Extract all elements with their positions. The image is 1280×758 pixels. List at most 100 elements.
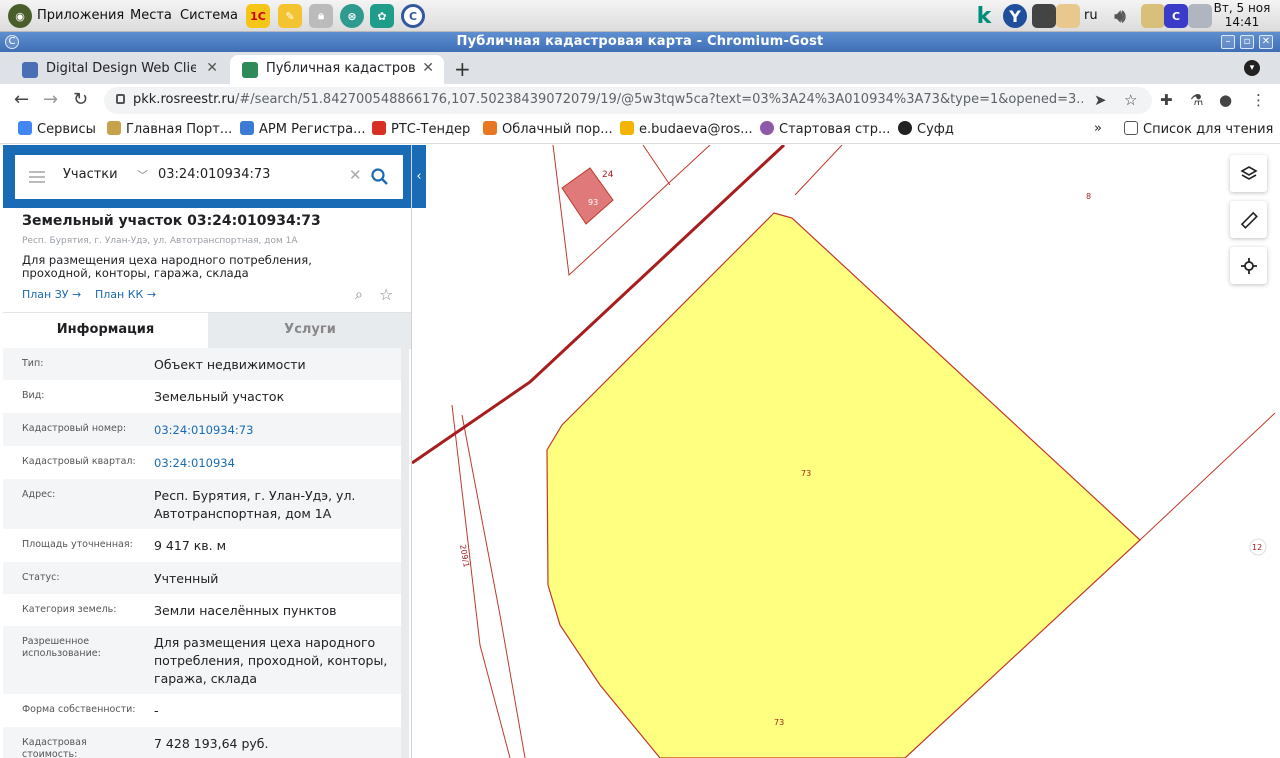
back-arrow-icon[interactable]: ← xyxy=(14,89,29,110)
1c-app-icon[interactable]: 1C xyxy=(246,4,270,28)
notes-app-icon[interactable]: ✎ xyxy=(278,4,302,28)
attr-key: Вид: xyxy=(22,390,45,401)
network-tray-icon[interactable] xyxy=(1032,4,1056,28)
os-menu-system[interactable]: Система xyxy=(180,8,238,23)
plan-zu-link[interactable]: План ЗУ → xyxy=(22,288,81,301)
attr-row-ownership: Форма собственности: - xyxy=(3,694,401,727)
bookmark-cloud-portal[interactable]: Облачный пор... xyxy=(483,121,613,137)
map-label-73: 73 xyxy=(801,469,811,478)
profile-avatar-icon[interactable]: ● xyxy=(1219,91,1232,109)
apps-grid-icon xyxy=(18,121,32,135)
reload-icon[interactable]: ↻ xyxy=(73,89,88,110)
bookmark-label: Сервисы xyxy=(37,122,96,137)
bookmark-start-page[interactable]: Стартовая стр... xyxy=(760,121,890,137)
search-type-select[interactable]: Участки xyxy=(63,167,118,182)
map-label-73-bottom: 73 xyxy=(774,718,784,727)
bookmark-arm-registrar[interactable]: АРМ Регистра... xyxy=(240,121,366,137)
tab-strip: Digital Design Web Client ✕ Публичная ка… xyxy=(0,52,1280,84)
bookmark-star-icon[interactable]: ☆ xyxy=(1124,91,1137,109)
tab-information[interactable]: Информация xyxy=(3,313,208,349)
parcel-boundary xyxy=(794,145,843,196)
tab-search-icon[interactable]: ▾ xyxy=(1244,60,1260,76)
parcel-73[interactable] xyxy=(546,212,1141,758)
locate-button[interactable] xyxy=(1230,247,1267,284)
url-text[interactable]: pkk.rosreestr.ru/#/search/51.84270054886… xyxy=(133,92,1083,107)
tab-digital-design[interactable]: Digital Design Web Client ✕ xyxy=(10,55,228,84)
attr-key: Кадастровый квартал: xyxy=(22,456,136,467)
collapse-panel-button[interactable]: ‹ xyxy=(412,145,426,208)
bookmark-rts-tender[interactable]: РТС-Тендер xyxy=(372,121,470,137)
yandex-tray-icon[interactable]: Y xyxy=(1003,4,1027,28)
bookmark-email[interactable]: e.budaeva@ros... xyxy=(620,121,753,137)
layers-button[interactable] xyxy=(1230,155,1267,192)
bookmark-label: Главная Порт... xyxy=(126,122,233,137)
menu-burger-icon[interactable] xyxy=(29,171,45,183)
reading-list-button[interactable]: Список для чтения xyxy=(1124,121,1273,137)
bookmarks-bar: Сервисы Главная Порт... АРМ Регистра... … xyxy=(0,116,1280,144)
keyboard-layout-indicator[interactable]: ru xyxy=(1084,8,1098,23)
search-icon[interactable] xyxy=(370,167,390,187)
attr-value: Земли населённых пунктов xyxy=(154,603,337,618)
c-tray-icon[interactable]: C xyxy=(1164,4,1188,28)
attr-key: Форма собственности: xyxy=(22,704,136,715)
panel-scrollbar[interactable] xyxy=(401,348,409,758)
browser-menu-icon[interactable]: ⋮ xyxy=(1251,91,1266,109)
attr-row-area: Площадь уточненная: 9 417 кв. м xyxy=(3,529,401,562)
chromium-gost-app-icon[interactable]: C xyxy=(401,4,425,28)
map-label-12: 12 xyxy=(1252,543,1262,552)
clock[interactable]: Вт, 5 ноя 14:41 xyxy=(1210,1,1274,29)
bookmark-main-portal[interactable]: Главная Порт... xyxy=(107,121,232,137)
favorite-star-icon[interactable]: ☆ xyxy=(379,285,393,304)
minimize-button[interactable]: – xyxy=(1221,35,1235,49)
window-titlebar[interactable]: C Публичная кадастровая карта - Chromium… xyxy=(0,32,1280,52)
clipboard-tray-icon[interactable] xyxy=(1056,4,1080,28)
bookmarks-overflow-chevron-icon[interactable]: » xyxy=(1094,121,1102,136)
close-tab-icon[interactable]: ✕ xyxy=(206,60,218,76)
paw-app-icon[interactable]: ✿ xyxy=(370,4,394,28)
attr-key: Тип: xyxy=(22,358,44,369)
lock-app-icon[interactable]: 🔒︎ xyxy=(309,4,333,28)
maximize-button[interactable]: ▫ xyxy=(1240,35,1254,49)
reading-list-icon xyxy=(1124,121,1138,135)
browser-app-icon[interactable]: ⊛ xyxy=(340,4,364,28)
plan-kk-link[interactable]: План КК → xyxy=(95,288,156,301)
attr-value: Респ. Бурятия, г. Улан-Удэ, ул. Автотран… xyxy=(154,488,356,521)
measure-button[interactable] xyxy=(1230,201,1267,238)
cadastral-number-link[interactable]: 03:24:010934:73 xyxy=(154,421,394,439)
tab-services[interactable]: Услуги xyxy=(208,313,411,349)
kaspersky-tray-icon[interactable]: k xyxy=(972,4,996,29)
cadastral-quarter-link[interactable]: 03:24:010934 xyxy=(154,454,394,472)
lab-flask-icon[interactable]: ⚗ xyxy=(1190,91,1203,109)
parcel-boundary xyxy=(451,404,511,758)
tab-cadastral-map[interactable]: Публичная кадастровая карта ✕ xyxy=(230,55,444,84)
close-tab-icon[interactable]: ✕ xyxy=(422,60,434,76)
zoom-to-object-icon[interactable]: ⌕ xyxy=(355,287,363,303)
address-bar[interactable]: pkk.rosreestr.ru/#/search/51.84270054886… xyxy=(104,87,1152,114)
attr-row-kind: Вид: Земельный участок xyxy=(3,380,401,413)
os-menu-places[interactable]: Места xyxy=(130,8,172,23)
new-tab-button[interactable]: + xyxy=(454,57,471,81)
send-icon[interactable]: ➤ xyxy=(1094,91,1107,109)
bookmark-services[interactable]: Сервисы xyxy=(18,121,96,137)
os-menu-applications[interactable]: Приложения xyxy=(37,8,124,23)
files-tray-icon[interactable] xyxy=(1188,4,1212,28)
lock-icon[interactable] xyxy=(116,94,125,104)
volume-tray-icon[interactable]: 🔊︎ xyxy=(1108,4,1132,28)
chevron-down-icon[interactable]: ﹀ xyxy=(137,167,148,183)
attr-row-land-category: Категория земель: Земли населённых пункт… xyxy=(3,594,401,626)
close-window-button[interactable]: ✕ xyxy=(1259,35,1273,49)
forward-arrow-icon[interactable]: → xyxy=(43,89,58,110)
distro-logo-icon[interactable]: ◉ xyxy=(8,4,32,28)
ruler-icon xyxy=(1240,211,1258,229)
search-input[interactable]: 03:24:010934:73 xyxy=(158,167,270,182)
attr-key: Кадастровый номер: xyxy=(22,423,127,434)
start-page-favicon-icon xyxy=(760,121,774,135)
clipboard-manager-icon[interactable] xyxy=(1141,4,1165,28)
bookmark-sufd[interactable]: Суфд xyxy=(898,121,954,137)
parcel-boundary xyxy=(461,414,526,758)
attr-key: Площадь уточненная: xyxy=(22,539,133,550)
page-content: 24 93 8 73 73 12 209/1 Участки ﹀ 03:24:0… xyxy=(0,145,1280,758)
clear-search-icon[interactable]: ✕ xyxy=(349,166,362,184)
url-path: /#/search/51.842700548866176,107.5023843… xyxy=(235,92,1083,107)
extensions-puzzle-icon[interactable]: ✚ xyxy=(1160,91,1173,109)
